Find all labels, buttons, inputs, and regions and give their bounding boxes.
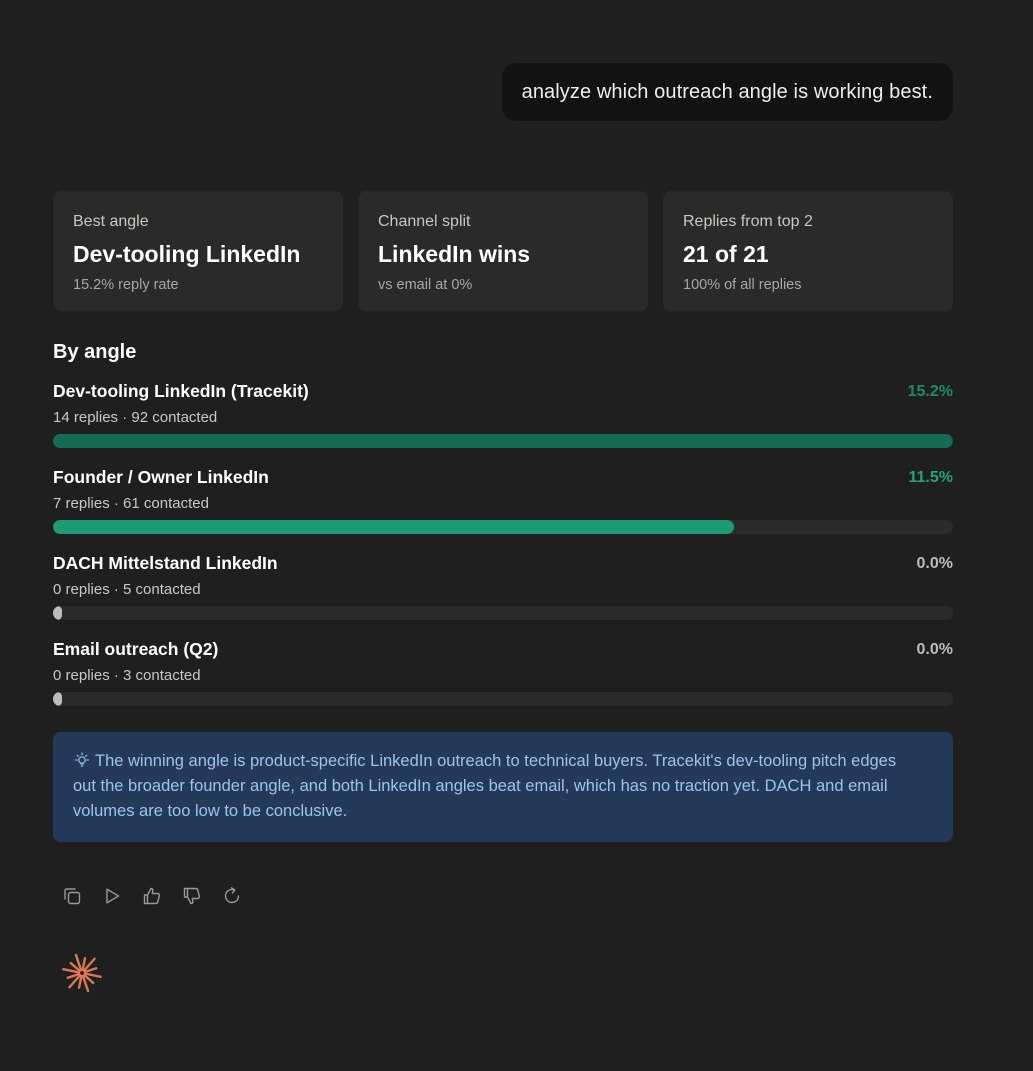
- rate-bar-track: [53, 692, 953, 706]
- card-label: Best angle: [73, 213, 149, 230]
- insight-text: The winning angle is product-specific Li…: [73, 752, 897, 820]
- angle-reply-rate: 11.5%: [908, 469, 953, 486]
- rate-bar-track: [53, 606, 953, 620]
- angle-reply-rate: 15.2%: [907, 383, 953, 400]
- angle-name: Email outreach (Q2): [53, 639, 219, 659]
- assistant-logo-icon: [61, 952, 103, 994]
- section-title-by-angle: By angle: [53, 341, 137, 363]
- user-message-text: analyze which outreach angle is working …: [521, 80, 933, 103]
- lightbulb-icon: [73, 751, 91, 767]
- play-icon[interactable]: [102, 885, 122, 907]
- angle-meta: 14 replies · 92 contacted: [53, 409, 218, 426]
- card-subtext: vs email at 0%: [378, 277, 473, 293]
- summary-cards: Best angle Dev-tooling LinkedIn 15.2% re…: [53, 191, 953, 311]
- card-value: 21 of 21: [683, 241, 769, 267]
- angle-row: Email outreach (Q2) 0.0% 0 replies · 3 c…: [53, 636, 953, 722]
- copy-icon[interactable]: [62, 885, 82, 907]
- card-value: Dev-tooling LinkedIn: [73, 241, 301, 267]
- angle-name: Dev-tooling LinkedIn (Tracekit): [53, 381, 309, 401]
- card-subtext: 15.2% reply rate: [73, 277, 179, 293]
- user-message-bubble: analyze which outreach angle is working …: [501, 63, 953, 121]
- card-label: Channel split: [378, 213, 471, 230]
- angle-name: DACH Mittelstand LinkedIn: [53, 553, 278, 573]
- thumbs-up-icon[interactable]: [142, 885, 162, 907]
- rate-bar-fill: [53, 606, 62, 620]
- card-subtext: 100% of all replies: [683, 277, 802, 293]
- rate-bar-fill: [53, 520, 734, 534]
- message-actions: [62, 885, 242, 907]
- insight-callout: The winning angle is product-specific Li…: [53, 732, 953, 842]
- angle-row: Dev-tooling LinkedIn (Tracekit) 15.2% 14…: [53, 378, 953, 464]
- rate-bar-fill: [53, 692, 62, 706]
- angle-list: Dev-tooling LinkedIn (Tracekit) 15.2% 14…: [53, 378, 953, 722]
- rate-bar-track: [53, 520, 953, 534]
- angle-reply-rate: 0.0%: [916, 641, 953, 658]
- rate-bar-fill: [53, 434, 953, 448]
- angle-row: Founder / Owner LinkedIn 11.5% 7 replies…: [53, 464, 953, 550]
- retry-icon[interactable]: [222, 885, 242, 907]
- angle-reply-rate: 0.0%: [916, 555, 953, 572]
- thumbs-down-icon[interactable]: [182, 885, 202, 907]
- card-value: LinkedIn wins: [378, 241, 531, 267]
- summary-card-replies-top-2: Replies from top 2 21 of 21 100% of all …: [663, 191, 953, 311]
- angle-row: DACH Mittelstand LinkedIn 0.0% 0 replies…: [53, 550, 953, 636]
- rate-bar-track: [53, 434, 953, 448]
- angle-meta: 0 replies · 3 contacted: [53, 667, 201, 684]
- card-label: Replies from top 2: [683, 213, 813, 230]
- summary-card-best-angle: Best angle Dev-tooling LinkedIn 15.2% re…: [53, 191, 343, 311]
- angle-meta: 0 replies · 5 contacted: [53, 581, 201, 598]
- angle-name: Founder / Owner LinkedIn: [53, 467, 269, 487]
- angle-meta: 7 replies · 61 contacted: [53, 495, 209, 512]
- summary-card-channel-split: Channel split LinkedIn wins vs email at …: [358, 191, 648, 311]
